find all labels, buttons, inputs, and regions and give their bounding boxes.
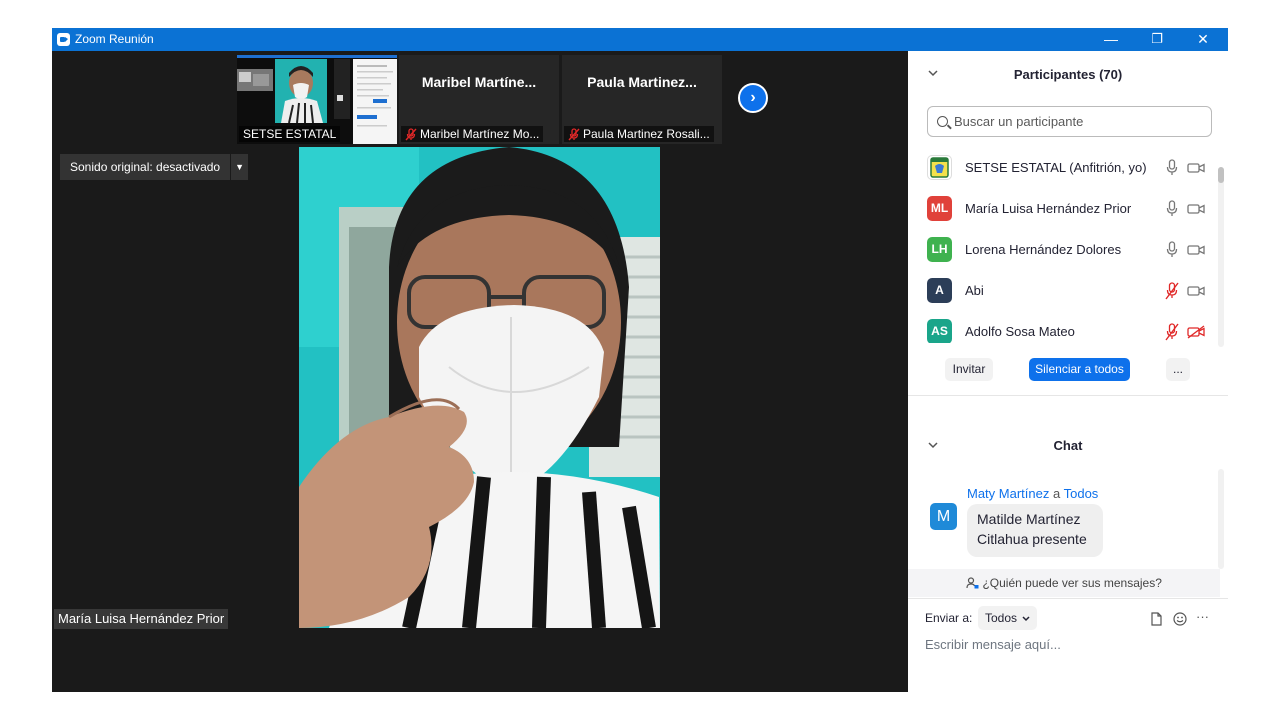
- participants-title: Participantes (70): [1013, 67, 1123, 82]
- thumbnail-label: Paula Martinez Rosali...: [564, 126, 714, 142]
- muted-mic-icon: [568, 127, 580, 140]
- participant-row[interactable]: SETSE ESTATAL (Anfitrión, yo): [908, 147, 1220, 188]
- camera-icon[interactable]: [1187, 243, 1205, 257]
- chat-title: Chat: [1053, 438, 1083, 453]
- avatar: AS: [927, 319, 952, 343]
- thumbnail-label: Maribel Martínez Mo...: [401, 126, 544, 142]
- participant-name: SETSE ESTATAL (Anfitrión, yo): [965, 160, 1147, 175]
- thumbnail-display-name: Maribel Martíne...: [421, 74, 537, 90]
- next-page-arrow-icon[interactable]: ›: [738, 83, 768, 113]
- who-can-see-messages[interactable]: ¿Quién puede ver sus mensajes?: [908, 569, 1220, 597]
- person-lock-icon: [966, 577, 979, 589]
- participants-list: SETSE ESTATAL (Anfitrión, yo) ML María L…: [908, 147, 1220, 343]
- who-can-see-text: ¿Quién puede ver sus mensajes?: [982, 576, 1162, 590]
- chat-sender[interactable]: Maty Martínez: [967, 486, 1049, 501]
- chevron-down-icon: [1022, 616, 1030, 622]
- zoom-logo-icon: [57, 33, 70, 46]
- send-to-label: Enviar a:: [925, 611, 973, 625]
- avatar: [927, 155, 952, 180]
- chat-scrollbar[interactable]: [1218, 469, 1224, 569]
- chat-message-line: Matilde Martínez: [977, 511, 1081, 527]
- thumbnail-label: SETSE ESTATAL: [239, 126, 341, 142]
- file-icon[interactable]: [1150, 612, 1163, 626]
- active-speaker-name: María Luisa Hernández Prior: [54, 609, 229, 629]
- participant-row[interactable]: LH Lorena Hernández Dolores: [908, 229, 1220, 270]
- original-sound-button[interactable]: Sonido original: desactivado ▼: [60, 154, 249, 180]
- avatar: A: [927, 278, 952, 303]
- setse-logo-icon: [930, 157, 949, 178]
- more-chat-options-icon[interactable]: ···: [1196, 609, 1209, 624]
- thumbnail-label-text: Maribel Martínez Mo...: [420, 127, 540, 141]
- emoji-icon[interactable]: [1173, 612, 1187, 626]
- participant-row[interactable]: ML María Luisa Hernández Prior: [908, 188, 1220, 229]
- panel-divider: [908, 395, 1228, 396]
- muted-mic-icon[interactable]: [1165, 281, 1179, 300]
- active-speaker-video: [299, 147, 660, 628]
- mic-icon[interactable]: [1165, 199, 1179, 218]
- participants-scrollbar[interactable]: [1218, 167, 1224, 347]
- original-sound-label: Sonido original: desactivado: [70, 160, 221, 174]
- more-options-button[interactable]: ...: [1166, 358, 1190, 381]
- participant-row[interactable]: A Abi: [908, 270, 1220, 311]
- chat-message-input[interactable]: Escribir mensaje aquí...: [925, 637, 1061, 652]
- participant-name: Abi: [965, 283, 984, 298]
- invite-button[interactable]: Invitar: [945, 358, 993, 381]
- chat-recipient: Todos: [1063, 486, 1099, 501]
- chat-message-bubble: Matilde Martínez Citlahua presente: [967, 504, 1103, 557]
- participant-name: Adolfo Sosa Mateo: [965, 324, 1075, 339]
- avatar: LH: [927, 237, 952, 262]
- video-stage: SETSE ESTATAL Maribel Martíne... Maribel…: [52, 51, 908, 692]
- camera-icon[interactable]: [1187, 161, 1205, 175]
- muted-mic-icon: [405, 127, 417, 140]
- close-button[interactable]: ✕: [1180, 28, 1226, 51]
- thumbnail-maribel[interactable]: Maribel Martíne... Maribel Martínez Mo..…: [399, 55, 559, 144]
- side-panel: Participantes (70) SETSE ESTATAL (Anfitr…: [908, 51, 1228, 692]
- mute-all-button[interactable]: Silenciar a todos: [1029, 358, 1130, 381]
- title-bar: Zoom Reunión — ❐ ✕: [52, 28, 1228, 51]
- window-title: Zoom Reunión: [75, 32, 154, 46]
- thumbnail-setse-estatal[interactable]: SETSE ESTATAL: [237, 55, 397, 144]
- thumbnail-label-text: Paula Martinez Rosali...: [583, 127, 710, 141]
- mic-icon[interactable]: [1165, 240, 1179, 259]
- participants-scrollbar-thumb[interactable]: [1218, 167, 1224, 183]
- send-to-dropdown[interactable]: Todos: [978, 606, 1038, 630]
- search-icon: [937, 116, 948, 127]
- avatar: ML: [927, 196, 952, 221]
- zoom-window: Zoom Reunión — ❐ ✕ SETSE ESTATAL Maribel…: [52, 28, 1228, 692]
- thumbnail-display-name: Paula Martinez...: [587, 74, 697, 90]
- camera-off-icon[interactable]: [1187, 324, 1205, 339]
- participant-name: María Luisa Hernández Prior: [965, 201, 1132, 216]
- participant-name: Lorena Hernández Dolores: [965, 242, 1122, 257]
- camera-icon[interactable]: [1187, 284, 1205, 298]
- panel-divider: [908, 598, 1228, 599]
- send-to-value: Todos: [985, 611, 1018, 625]
- chat-message-line: Citlahua presente: [977, 531, 1087, 547]
- restore-button[interactable]: ❐: [1134, 28, 1180, 51]
- dropdown-arrow-icon[interactable]: ▼: [230, 154, 248, 180]
- chat-to-word: a: [1052, 486, 1061, 501]
- thumbnail-paula[interactable]: Paula Martinez... Paula Martinez Rosali.…: [562, 55, 722, 144]
- speaker-video-frame: [299, 147, 660, 628]
- minimize-button[interactable]: —: [1088, 28, 1134, 51]
- muted-mic-icon[interactable]: [1165, 322, 1179, 341]
- chat-message-meta: Maty Martínez a Todos: [967, 486, 1098, 501]
- send-to-row: Enviar a:: [925, 607, 972, 629]
- participant-row[interactable]: AS Adolfo Sosa Mateo: [908, 311, 1220, 343]
- mic-icon[interactable]: [1165, 158, 1179, 177]
- camera-icon[interactable]: [1187, 202, 1205, 216]
- participant-search[interactable]: [927, 106, 1212, 137]
- chat-avatar: M: [930, 503, 957, 530]
- participant-search-input[interactable]: [954, 114, 1194, 129]
- thumbnail-label-text: SETSE ESTATAL: [243, 127, 337, 141]
